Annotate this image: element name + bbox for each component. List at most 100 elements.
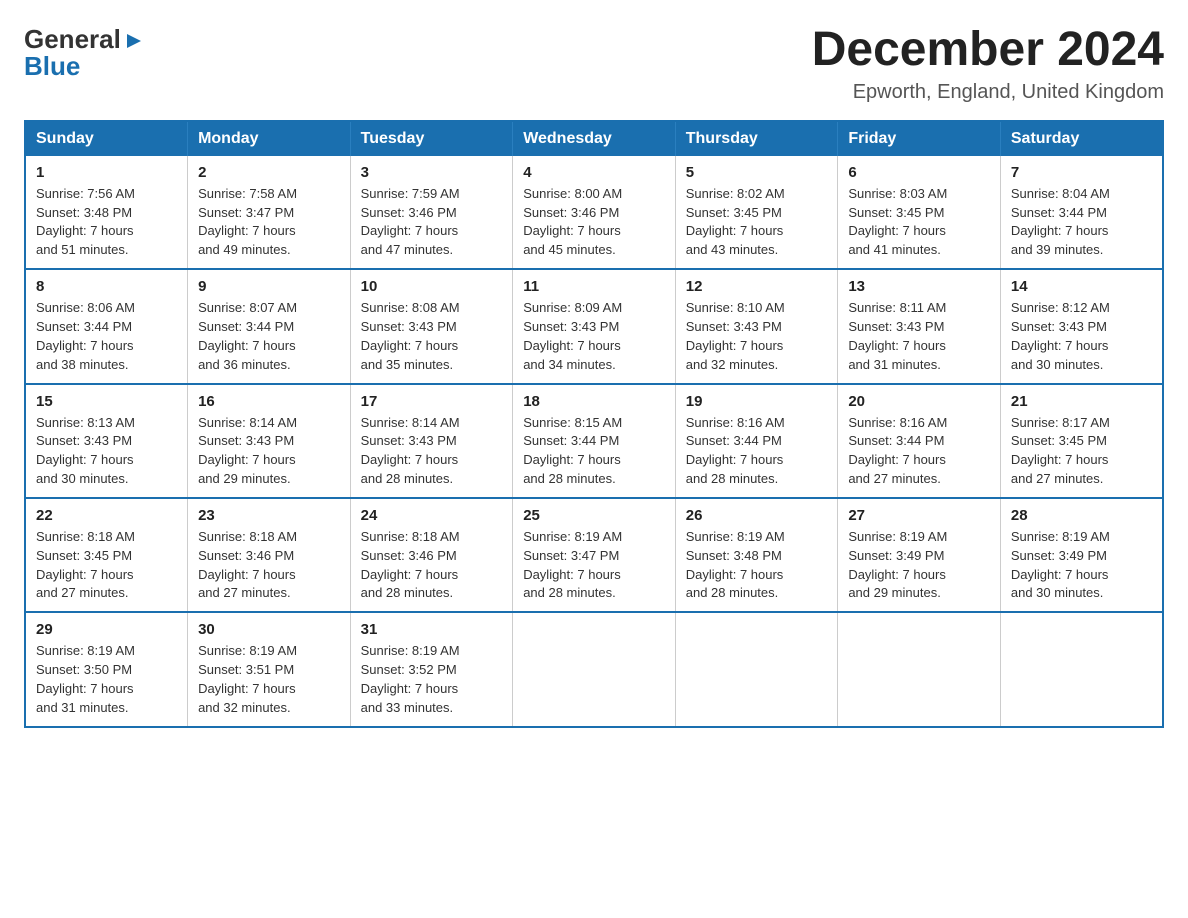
calendar-empty-cell [838, 612, 1001, 726]
day-number: 31 [361, 621, 503, 638]
calendar-day-29: 29 Sunrise: 8:19 AMSunset: 3:50 PMDayligh… [25, 612, 188, 726]
day-number: 9 [198, 278, 340, 295]
header-sunday: Sunday [25, 121, 188, 156]
calendar-day-31: 31 Sunrise: 8:19 AMSunset: 3:52 PMDayligh… [350, 612, 513, 726]
day-info: Sunrise: 8:18 AMSunset: 3:46 PMDaylight:… [361, 528, 503, 603]
calendar-day-14: 14 Sunrise: 8:12 AMSunset: 3:43 PMDayligh… [1000, 269, 1163, 383]
calendar-day-18: 18Sunrise: 8:15 AMSunset: 3:44 PMDayligh… [513, 384, 676, 498]
calendar-week-row: 29 Sunrise: 8:19 AMSunset: 3:50 PMDayligh… [25, 612, 1163, 726]
day-number: 6 [848, 164, 990, 181]
day-info: Sunrise: 8:06 AMSunset: 3:44 PMDaylight:… [36, 299, 177, 374]
calendar-day-17: 17 Sunrise: 8:14 AMSunset: 3:43 PMDayligh… [350, 384, 513, 498]
day-info: Sunrise: 8:14 AMSunset: 3:43 PMDaylight:… [198, 414, 340, 489]
calendar-day-2: 2 Sunrise: 7:58 AMSunset: 3:47 PMDaylight… [188, 156, 351, 269]
calendar-header: Sunday Monday Tuesday Wednesday Thursday… [25, 121, 1163, 156]
day-number: 22 [36, 507, 177, 524]
header-thursday: Thursday [675, 121, 838, 156]
calendar-week-row: 1Sunrise: 7:56 AMSunset: 3:48 PMDaylight… [25, 156, 1163, 269]
day-number: 18 [523, 393, 665, 410]
day-info: Sunrise: 8:19 AMSunset: 3:47 PMDaylight:… [523, 528, 665, 603]
day-info: Sunrise: 8:12 AMSunset: 3:43 PMDaylight:… [1011, 299, 1152, 374]
calendar-day-5: 5 Sunrise: 8:02 AMSunset: 3:45 PMDaylight… [675, 156, 838, 269]
day-info: Sunrise: 8:10 AMSunset: 3:43 PMDaylight:… [686, 299, 828, 374]
calendar-day-7: 7 Sunrise: 8:04 AMSunset: 3:44 PMDaylight… [1000, 156, 1163, 269]
month-title: December 2024 [812, 24, 1164, 77]
calendar-empty-cell [513, 612, 676, 726]
day-number: 25 [523, 507, 665, 524]
calendar-empty-cell [1000, 612, 1163, 726]
day-info: Sunrise: 8:00 AMSunset: 3:46 PMDaylight:… [523, 185, 665, 260]
weekday-header-row: Sunday Monday Tuesday Wednesday Thursday… [25, 121, 1163, 156]
header-friday: Friday [838, 121, 1001, 156]
logo: General Blue [24, 24, 145, 82]
day-number: 23 [198, 507, 340, 524]
day-info: Sunrise: 8:19 AMSunset: 3:50 PMDaylight:… [36, 642, 177, 717]
calendar-day-21: 21 Sunrise: 8:17 AMSunset: 3:45 PMDayligh… [1000, 384, 1163, 498]
day-info: Sunrise: 8:14 AMSunset: 3:43 PMDaylight:… [361, 414, 503, 489]
calendar-empty-cell [675, 612, 838, 726]
day-info: Sunrise: 7:59 AMSunset: 3:46 PMDaylight:… [361, 185, 503, 260]
calendar-day-26: 26 Sunrise: 8:19 AMSunset: 3:48 PMDayligh… [675, 498, 838, 612]
day-info: Sunrise: 8:19 AMSunset: 3:52 PMDaylight:… [361, 642, 503, 717]
calendar-day-28: 28 Sunrise: 8:19 AMSunset: 3:49 PMDayligh… [1000, 498, 1163, 612]
calendar-table: Sunday Monday Tuesday Wednesday Thursday… [24, 120, 1164, 728]
calendar-day-15: 15 Sunrise: 8:13 AMSunset: 3:43 PMDayligh… [25, 384, 188, 498]
day-number: 28 [1011, 507, 1152, 524]
calendar-day-30: 30Sunrise: 8:19 AMSunset: 3:51 PMDayligh… [188, 612, 351, 726]
calendar-week-row: 22Sunrise: 8:18 AMSunset: 3:45 PMDayligh… [25, 498, 1163, 612]
day-number: 21 [1011, 393, 1152, 410]
day-number: 17 [361, 393, 503, 410]
page-header: General Blue December 2024 Epworth, Engl… [24, 24, 1164, 104]
day-info: Sunrise: 8:02 AMSunset: 3:45 PMDaylight:… [686, 185, 828, 260]
day-number: 29 [36, 621, 177, 638]
calendar-day-13: 13 Sunrise: 8:11 AMSunset: 3:43 PMDayligh… [838, 269, 1001, 383]
header-monday: Monday [188, 121, 351, 156]
day-number: 12 [686, 278, 828, 295]
day-info: Sunrise: 7:58 AMSunset: 3:47 PMDaylight:… [198, 185, 340, 260]
day-number: 16 [198, 393, 340, 410]
calendar-day-11: 11 Sunrise: 8:09 AMSunset: 3:43 PMDayligh… [513, 269, 676, 383]
calendar-body: 1Sunrise: 7:56 AMSunset: 3:48 PMDaylight… [25, 156, 1163, 727]
title-block: December 2024 Epworth, England, United K… [812, 24, 1164, 104]
calendar-day-10: 10Sunrise: 8:08 AMSunset: 3:43 PMDayligh… [350, 269, 513, 383]
day-info: Sunrise: 8:04 AMSunset: 3:44 PMDaylight:… [1011, 185, 1152, 260]
day-number: 8 [36, 278, 177, 295]
day-number: 5 [686, 164, 828, 181]
day-info: Sunrise: 8:11 AMSunset: 3:43 PMDaylight:… [848, 299, 990, 374]
calendar-day-9: 9 Sunrise: 8:07 AMSunset: 3:44 PMDaylight… [188, 269, 351, 383]
calendar-day-22: 22Sunrise: 8:18 AMSunset: 3:45 PMDayligh… [25, 498, 188, 612]
calendar-day-3: 3 Sunrise: 7:59 AMSunset: 3:46 PMDaylight… [350, 156, 513, 269]
header-wednesday: Wednesday [513, 121, 676, 156]
day-info: Sunrise: 8:19 AMSunset: 3:49 PMDaylight:… [848, 528, 990, 603]
logo-arrow-icon [123, 30, 145, 52]
day-info: Sunrise: 8:13 AMSunset: 3:43 PMDaylight:… [36, 414, 177, 489]
header-saturday: Saturday [1000, 121, 1163, 156]
day-info: Sunrise: 8:07 AMSunset: 3:44 PMDaylight:… [198, 299, 340, 374]
day-info: Sunrise: 8:08 AMSunset: 3:43 PMDaylight:… [361, 299, 503, 374]
day-info: Sunrise: 8:19 AMSunset: 3:49 PMDaylight:… [1011, 528, 1152, 603]
day-info: Sunrise: 8:19 AMSunset: 3:48 PMDaylight:… [686, 528, 828, 603]
day-number: 20 [848, 393, 990, 410]
day-info: Sunrise: 8:03 AMSunset: 3:45 PMDaylight:… [848, 185, 990, 260]
calendar-day-16: 16 Sunrise: 8:14 AMSunset: 3:43 PMDayligh… [188, 384, 351, 498]
day-number: 2 [198, 164, 340, 181]
day-info: Sunrise: 8:16 AMSunset: 3:44 PMDaylight:… [686, 414, 828, 489]
day-info: Sunrise: 7:56 AMSunset: 3:48 PMDaylight:… [36, 185, 177, 260]
calendar-day-25: 25 Sunrise: 8:19 AMSunset: 3:47 PMDayligh… [513, 498, 676, 612]
calendar-day-27: 27Sunrise: 8:19 AMSunset: 3:49 PMDayligh… [838, 498, 1001, 612]
calendar-day-12: 12 Sunrise: 8:10 AMSunset: 3:43 PMDayligh… [675, 269, 838, 383]
day-number: 3 [361, 164, 503, 181]
day-number: 30 [198, 621, 340, 638]
day-number: 11 [523, 278, 665, 295]
day-info: Sunrise: 8:18 AMSunset: 3:46 PMDaylight:… [198, 528, 340, 603]
day-number: 15 [36, 393, 177, 410]
calendar-day-19: 19Sunrise: 8:16 AMSunset: 3:44 PMDayligh… [675, 384, 838, 498]
day-number: 26 [686, 507, 828, 524]
day-number: 14 [1011, 278, 1152, 295]
calendar-day-6: 6 Sunrise: 8:03 AMSunset: 3:45 PMDaylight… [838, 156, 1001, 269]
day-info: Sunrise: 8:09 AMSunset: 3:43 PMDaylight:… [523, 299, 665, 374]
calendar-day-8: 8 Sunrise: 8:06 AMSunset: 3:44 PMDaylight… [25, 269, 188, 383]
day-number: 13 [848, 278, 990, 295]
day-info: Sunrise: 8:17 AMSunset: 3:45 PMDaylight:… [1011, 414, 1152, 489]
day-number: 7 [1011, 164, 1152, 181]
